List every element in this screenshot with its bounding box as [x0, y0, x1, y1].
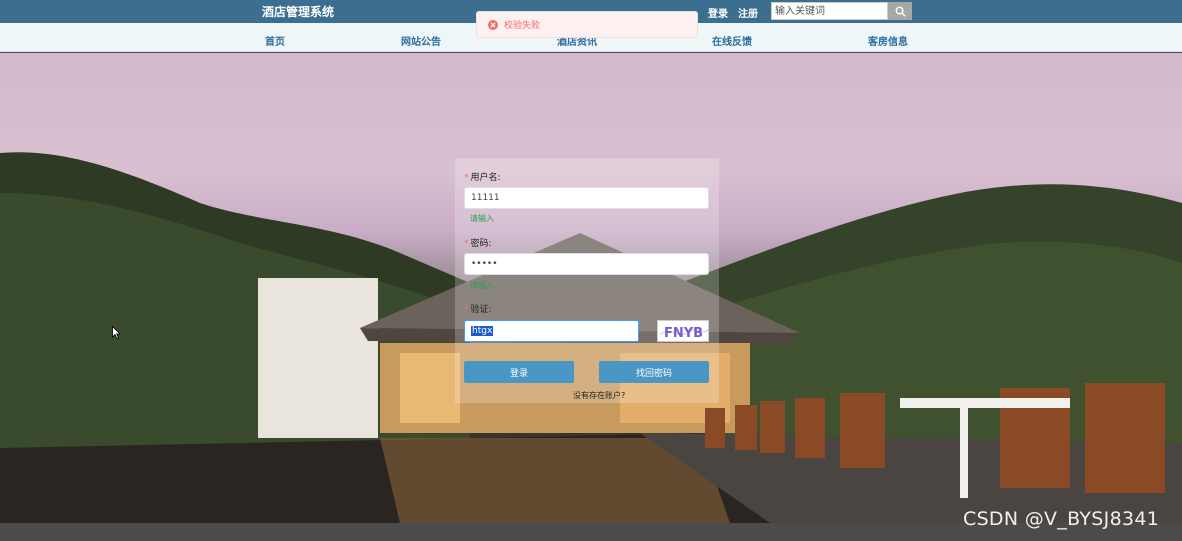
username-label: * 用户名:	[464, 173, 501, 183]
forgot-password-button[interactable]: 找回密码	[599, 361, 709, 383]
nav-item-rooms[interactable]: 客房信息	[868, 33, 908, 48]
register-link[interactable]: 注册	[738, 5, 758, 20]
password-label: * 密码:	[464, 239, 492, 249]
mouse-cursor-icon	[112, 326, 121, 339]
search-icon	[895, 6, 906, 17]
error-circle-icon	[488, 19, 498, 30]
nav-item-feedback[interactable]: 在线反馈	[712, 33, 752, 48]
nav-item-announcements[interactable]: 网站公告	[401, 33, 441, 48]
login-button[interactable]: 登录	[464, 361, 574, 383]
captcha-image[interactable]: FNYB	[657, 320, 709, 342]
login-link[interactable]: 登录	[708, 5, 728, 20]
site-title: 酒店管理系统	[262, 5, 335, 19]
toast-message: 校验失败	[504, 21, 541, 31]
captcha-input[interactable]: htgx	[464, 320, 639, 342]
username-input[interactable]	[464, 187, 709, 209]
error-toast: 校验失败	[476, 11, 698, 38]
search-button[interactable]	[888, 2, 912, 20]
password-input[interactable]	[464, 253, 709, 275]
username-hint: 请输入	[470, 214, 494, 223]
watermark: CSDN @V_BYSJ8341	[963, 508, 1160, 530]
search-input[interactable]	[771, 2, 888, 20]
captcha-text: FNYB	[664, 326, 703, 341]
no-account-link[interactable]: 没有存在账户?	[573, 390, 625, 401]
nav-item-home[interactable]: 首页	[265, 33, 285, 48]
captcha-label: * 验证:	[464, 305, 492, 315]
password-hint: 请输入	[470, 281, 494, 290]
